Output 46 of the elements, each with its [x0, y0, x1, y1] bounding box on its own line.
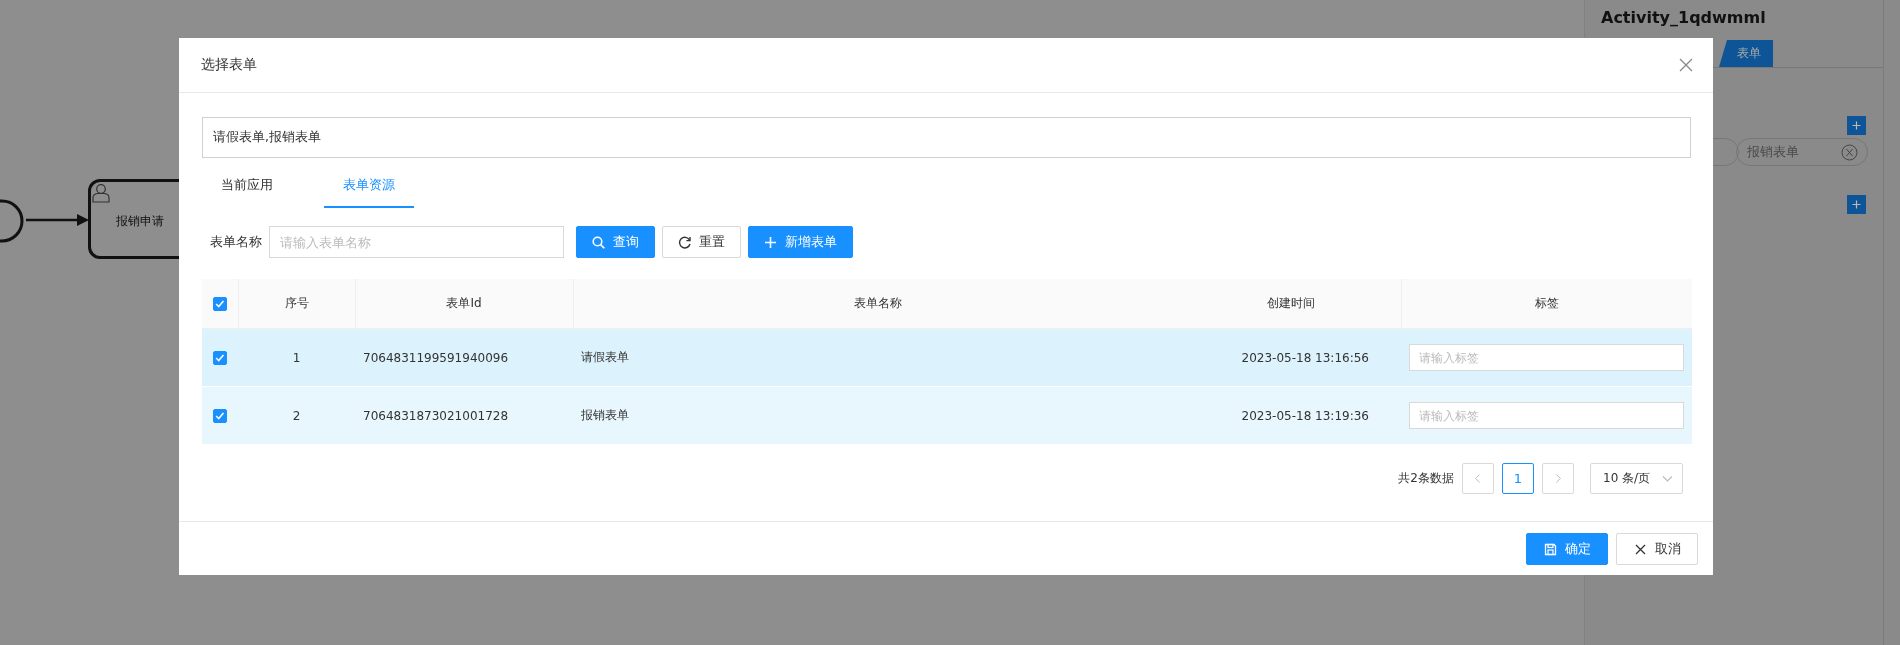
- flow-arrow: [26, 214, 89, 226]
- dialog-title: 选择表单: [201, 56, 257, 74]
- remove-icon[interactable]: [1841, 143, 1858, 161]
- column-header: 标签: [1401, 279, 1692, 329]
- column-header: 序号: [238, 279, 355, 329]
- chevron-right-icon: [1554, 473, 1562, 484]
- cancel-button[interactable]: 取消: [1616, 533, 1698, 565]
- user-icon: [92, 183, 110, 203]
- reset-button[interactable]: 重置: [662, 226, 741, 258]
- page-size-select[interactable]: 10 条/页: [1590, 463, 1683, 494]
- table-cell: 1: [238, 328, 355, 387]
- chevron-left-icon: [1474, 473, 1482, 484]
- checkbox[interactable]: [212, 296, 227, 311]
- close-icon[interactable]: [1679, 58, 1693, 72]
- checkbox[interactable]: [213, 350, 227, 365]
- selection-field[interactable]: 请假表单,报销表单: [202, 117, 1691, 158]
- add-button[interactable]: 新增表单: [748, 226, 853, 258]
- checkbox[interactable]: [213, 408, 227, 423]
- panel-tab[interactable]: 表单: [1719, 40, 1773, 67]
- total-count: 共2条数据: [1398, 470, 1454, 487]
- close-icon: [1633, 542, 1647, 556]
- search-icon: [592, 235, 605, 249]
- table-cell: 2023-05-18 13:16:56: [1182, 328, 1401, 387]
- column-header: 表单Id: [355, 279, 573, 329]
- table-cell: 7064831873021001728: [355, 386, 573, 445]
- table-cell: 2023-05-18 13:19:36: [1182, 386, 1401, 445]
- table-cell: 报销表单: [573, 386, 1182, 445]
- panel-title: Activity_1qdwmml: [1601, 8, 1766, 27]
- tab[interactable]: 当前应用: [202, 164, 292, 208]
- tag-input[interactable]: 请输入标签: [1409, 402, 1684, 429]
- tag-input[interactable]: 请输入标签: [1409, 344, 1684, 371]
- table-cell: 请假表单: [573, 328, 1182, 387]
- column-header: 创建时间: [1182, 279, 1401, 329]
- confirm-button[interactable]: 确定: [1526, 533, 1608, 565]
- reload-icon: [678, 235, 691, 249]
- table-cell: 2: [238, 386, 355, 445]
- search-field[interactable]: 请输入表单名称: [269, 226, 564, 258]
- column-header: 表单名称: [573, 279, 1182, 329]
- task-label: 报销申请: [116, 213, 164, 230]
- field-label: 表单名称: [210, 233, 262, 251]
- search-button[interactable]: 查询: [576, 226, 655, 258]
- tab[interactable]: 表单资源: [324, 164, 414, 208]
- page-button[interactable]: 1: [1502, 463, 1534, 494]
- save-icon: [1543, 542, 1557, 556]
- plus-icon: [764, 235, 777, 249]
- table-cell: 7064831199591940096: [355, 328, 573, 387]
